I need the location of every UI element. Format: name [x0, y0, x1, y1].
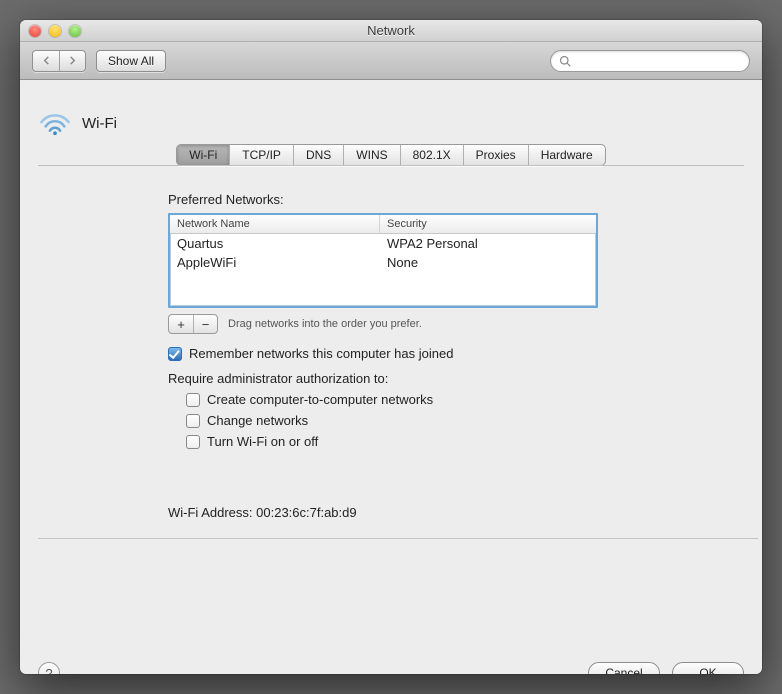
drag-hint: Drag networks into the order you prefer.: [228, 318, 422, 330]
window-title: Network: [20, 23, 762, 38]
zoom-window-button[interactable]: [69, 25, 81, 37]
cell-security: WPA2 Personal: [380, 234, 596, 253]
tab-proxies[interactable]: Proxies: [463, 145, 528, 165]
network-preferences-window: Network Show All: [20, 20, 762, 674]
forward-button[interactable]: [59, 51, 85, 71]
search-icon: [559, 55, 571, 67]
create-adhoc-checkbox[interactable]: [186, 393, 200, 407]
help-button[interactable]: ?: [38, 662, 60, 674]
remove-network-button[interactable]: −: [193, 315, 217, 333]
tab-wins[interactable]: WINS: [343, 145, 399, 165]
table-row[interactable]: AppleWiFi None: [170, 253, 596, 272]
create-adhoc-label: Create computer-to-computer networks: [207, 392, 433, 407]
back-button[interactable]: [33, 51, 59, 71]
toggle-wifi-label: Turn Wi-Fi on or off: [207, 434, 318, 449]
table-row[interactable]: Quartus WPA2 Personal: [170, 234, 596, 253]
preferred-networks-label: Preferred Networks:: [168, 192, 638, 207]
toolbar: Show All: [20, 42, 762, 80]
cell-security: None: [380, 253, 596, 272]
show-all-button[interactable]: Show All: [96, 50, 166, 72]
remember-networks-label: Remember networks this computer has join…: [189, 346, 453, 361]
search-field[interactable]: [550, 50, 750, 72]
ok-button[interactable]: OK: [672, 662, 744, 674]
titlebar: Network: [20, 20, 762, 42]
service-name: Wi-Fi: [82, 115, 117, 132]
close-window-button[interactable]: [29, 25, 41, 37]
require-admin-label: Require administrator authorization to:: [168, 371, 638, 386]
toggle-wifi-checkbox[interactable]: [186, 435, 200, 449]
tab-8021x[interactable]: 802.1X: [400, 145, 463, 165]
tab-dns[interactable]: DNS: [293, 145, 343, 165]
remember-networks-checkbox[interactable]: [168, 347, 182, 361]
cell-network-name: Quartus: [170, 234, 380, 253]
nav-back-forward: [32, 50, 86, 72]
wifi-address-value: 00:23:6c:7f:ab:d9: [256, 505, 356, 520]
table-header: Network Name Security: [170, 215, 596, 234]
add-remove-control: + −: [168, 314, 218, 334]
column-network-name[interactable]: Network Name: [170, 215, 380, 233]
search-input[interactable]: [576, 53, 741, 69]
cell-network-name: AppleWiFi: [170, 253, 380, 272]
tab-hardware[interactable]: Hardware: [528, 145, 605, 165]
tab-bar: Wi-Fi TCP/IP DNS WINS 802.1X Proxies Har…: [176, 144, 605, 166]
minimize-window-button[interactable]: [49, 25, 61, 37]
tab-tcpip[interactable]: TCP/IP: [229, 145, 293, 165]
add-network-button[interactable]: +: [169, 315, 193, 333]
wifi-address-label: Wi-Fi Address:: [168, 505, 253, 520]
preferred-networks-table[interactable]: Network Name Security Quartus WPA2 Perso…: [168, 213, 598, 308]
change-networks-checkbox[interactable]: [186, 414, 200, 428]
cancel-button[interactable]: Cancel: [588, 662, 660, 674]
tab-wifi[interactable]: Wi-Fi: [177, 145, 229, 165]
wifi-icon: [38, 110, 72, 136]
wifi-address: Wi-Fi Address: 00:23:6c:7f:ab:d9: [168, 505, 638, 520]
column-security[interactable]: Security: [380, 215, 596, 233]
change-networks-label: Change networks: [207, 413, 308, 428]
